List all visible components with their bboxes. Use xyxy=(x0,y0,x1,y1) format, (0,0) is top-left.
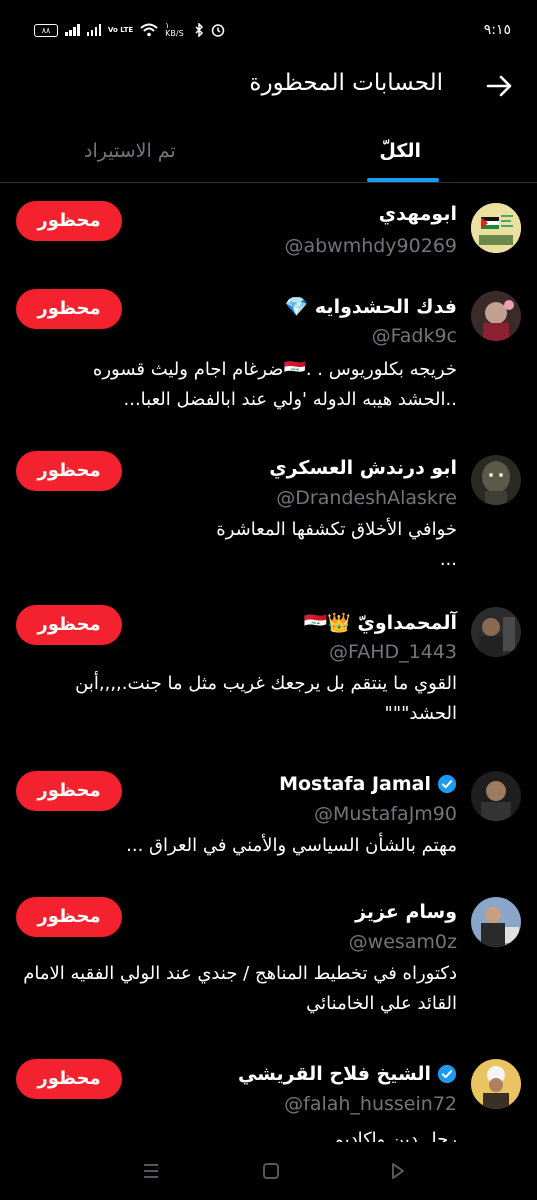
avatar[interactable] xyxy=(471,607,521,657)
page-title: الحسابات المحظورة xyxy=(249,70,443,96)
blocked-button[interactable]: محظور xyxy=(16,1059,122,1099)
blocked-button[interactable]: محظور xyxy=(16,897,122,937)
blocked-button[interactable]: محظور xyxy=(16,451,122,491)
wifi-icon xyxy=(140,23,158,37)
signal-icon xyxy=(65,24,80,36)
avatar[interactable] xyxy=(471,1059,521,1109)
list-item[interactable]: ابو درندش العسكري @DrandeshAlaskre خوافي… xyxy=(0,451,537,591)
system-nav-bar xyxy=(0,1142,537,1200)
bluetooth-icon xyxy=(195,23,204,37)
back-arrow-icon[interactable] xyxy=(484,74,516,98)
list-item[interactable]: فدك الحشدوايه 💎 @Fadk9c خريجه بكلوريوس .… xyxy=(0,287,537,437)
account-bio: خوافي الأخلاق تكشفها المعاشرة ... xyxy=(216,519,457,570)
account-handle: @FAHD_1443 xyxy=(329,641,457,663)
avatar[interactable] xyxy=(471,291,521,341)
avatar-image xyxy=(471,607,521,657)
account-handle: @falah_hussein72 xyxy=(284,1093,457,1115)
account-handle: @MustafaJm90 xyxy=(313,803,457,825)
avatar[interactable] xyxy=(471,897,521,947)
avatar-image xyxy=(471,897,521,947)
account-handle: @DrandeshAlaskre xyxy=(276,487,457,509)
account-name: وسام عزيز xyxy=(355,901,457,923)
account-bio: دكتوراه في تخطيط المناهج / جندي عند الول… xyxy=(23,963,457,1014)
tab-all[interactable]: الكلّ xyxy=(379,140,421,162)
account-bio: خريجه بكلوريوس . .🇮🇶ضرغام اجام وليث قسور… xyxy=(92,359,457,410)
blocked-button[interactable]: محظور xyxy=(16,605,122,645)
account-bio: القوي ما ينتقم بل يرجعك غريب مثل ما جنت.… xyxy=(75,673,457,724)
avatar[interactable] xyxy=(471,771,521,821)
blocked-button[interactable]: محظور xyxy=(16,289,122,329)
avatar-image xyxy=(471,771,521,821)
status-bar: ٨٨ Vo LTE ١ KB/S ٩:١٥ xyxy=(0,0,537,64)
network-speed: ١ KB/S xyxy=(165,21,184,38)
account-handle: @Fadk9c xyxy=(371,325,457,347)
account-bio: مهتم بالشأن السياسي والأمني في العراق ..… xyxy=(126,835,457,856)
tab-bar: الكلّ تم الاستيراد xyxy=(0,126,537,183)
account-handle: @wesam0z xyxy=(348,931,457,953)
list-item[interactable]: آلمحمداويّ 👑🇮🇶 @FAHD_1443 القوي ما ينتقم… xyxy=(0,603,537,753)
active-tab-indicator xyxy=(367,178,439,182)
avatar[interactable] xyxy=(471,455,521,505)
avatar-image xyxy=(471,455,521,505)
avatar-image xyxy=(471,291,521,341)
signal-icon-2 xyxy=(86,24,101,36)
list-item[interactable]: الشيخ فلاح القريشي @falah_hussein72 رجل … xyxy=(0,1059,537,1149)
avatar-image xyxy=(471,203,521,253)
header: الحسابات المحظورة xyxy=(0,64,537,108)
list-item[interactable]: ابومهدي @abwmhdy90269 محظور xyxy=(0,197,537,277)
account-handle: @abwmhdy90269 xyxy=(284,235,457,257)
alarm-icon xyxy=(211,24,225,37)
list-item[interactable]: وسام عزيز @wesam0z دكتوراه في تخطيط المن… xyxy=(0,897,537,1037)
menu-icon[interactable] xyxy=(136,1156,166,1186)
account-name: الشيخ فلاح القريشي xyxy=(238,1063,457,1085)
account-name: ابومهدي xyxy=(378,203,457,225)
status-icons: ٨٨ Vo LTE ١ KB/S xyxy=(34,22,225,38)
account-name: ابو درندش العسكري xyxy=(269,457,457,479)
tab-imported[interactable]: تم الاستيراد xyxy=(84,140,176,162)
account-name: آلمحمداويّ 👑🇮🇶 xyxy=(303,612,457,634)
blocked-button[interactable]: محظور xyxy=(16,201,122,241)
volte-label: Vo LTE xyxy=(108,26,134,34)
blocked-button[interactable]: محظور xyxy=(16,771,122,811)
verified-badge-icon xyxy=(437,774,457,794)
status-time: ٩:١٥ xyxy=(483,22,511,38)
back-triangle-icon[interactable] xyxy=(382,1156,412,1186)
avatar[interactable] xyxy=(471,203,521,253)
account-name: فدك الحشدوايه 💎 xyxy=(284,296,457,318)
account-name: Mostafa Jamal xyxy=(279,773,457,795)
battery-icon: ٨٨ xyxy=(34,23,58,37)
list-item[interactable]: Mostafa Jamal @MustafaJm90 مهتم بالشأن ا… xyxy=(0,769,537,879)
verified-badge-icon xyxy=(437,1064,457,1084)
home-icon[interactable] xyxy=(256,1156,286,1186)
avatar-image xyxy=(471,1059,521,1109)
